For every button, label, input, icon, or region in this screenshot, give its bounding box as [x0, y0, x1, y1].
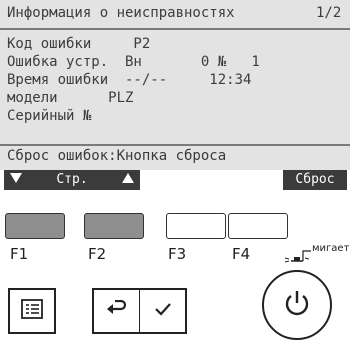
led-label: мигает — [312, 243, 350, 254]
f2-label: F2 — [88, 245, 107, 263]
led-blinking-icon — [283, 247, 313, 271]
softkey-reset[interactable]: Сброс — [283, 170, 347, 190]
error-time-row: Время ошибки --/-- 12:34 — [7, 72, 252, 88]
return-icon — [106, 299, 128, 322]
f3-label: F3 — [168, 245, 187, 263]
menu-icon — [21, 299, 43, 323]
power-button[interactable] — [262, 270, 332, 340]
return-button[interactable] — [92, 288, 140, 334]
serial-row: Серийный № — [7, 108, 92, 124]
lcd-screen: Информация о неисправностях 1/2 Код ошиб… — [0, 0, 350, 170]
f4-button[interactable] — [228, 213, 288, 239]
check-icon — [153, 301, 173, 321]
model-row: модели PLZ — [7, 90, 134, 106]
softkey-page[interactable]: Стр. — [4, 170, 140, 190]
screen-title: Информация о неисправностях — [7, 5, 235, 21]
divider-bottom — [0, 144, 350, 146]
triangle-up-icon — [122, 170, 134, 190]
f1-button[interactable] — [5, 213, 65, 239]
f3-button[interactable] — [166, 213, 226, 239]
softkey-reset-label: Сброс — [295, 172, 335, 187]
triangle-down-icon — [10, 170, 22, 190]
error-unit-row: Ошибка устр. Вн 0 № 1 — [7, 54, 260, 70]
menu-button[interactable] — [8, 288, 56, 334]
confirm-button[interactable] — [139, 288, 187, 334]
reset-hint: Сброс ошибок:Кнопка сброса — [7, 148, 227, 164]
power-icon — [282, 288, 312, 322]
error-code-row: Код ошибки P2 — [7, 36, 151, 52]
f4-label: F4 — [232, 245, 251, 263]
page-indicator: 1/2 — [316, 5, 342, 21]
f2-button[interactable] — [84, 213, 144, 239]
divider-top — [0, 28, 350, 30]
softkey-page-label: Стр. — [56, 172, 88, 187]
f1-label: F1 — [10, 245, 29, 263]
